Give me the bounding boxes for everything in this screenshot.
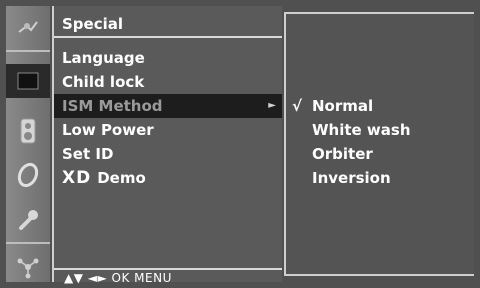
- menu-item-xd-demo[interactable]: XD Demo: [54, 166, 282, 190]
- menu-item-label: Language: [62, 49, 145, 67]
- screen-position-icon[interactable]: [10, 250, 46, 284]
- menu-item-label: Child lock: [62, 73, 145, 91]
- clip-icon: [17, 162, 39, 188]
- menu-item-label: Low Power: [62, 121, 154, 139]
- osd-screen: Special Language Child lock ISM Method ►…: [0, 0, 480, 288]
- menu-item-child-lock[interactable]: Child lock: [54, 70, 282, 94]
- option-label: White wash: [312, 121, 411, 139]
- speaker-icon: [20, 118, 36, 144]
- option-white-wash[interactable]: White wash: [286, 118, 472, 142]
- monitor-icon: [17, 72, 39, 90]
- xd-logo: XD: [62, 168, 92, 188]
- menu-item-language[interactable]: Language: [54, 46, 282, 70]
- rail-divider: [6, 50, 50, 52]
- option-label: Normal: [312, 97, 374, 115]
- submenu-arrow-icon: ►: [268, 100, 276, 111]
- menu-item-low-power[interactable]: Low Power: [54, 118, 282, 142]
- picture-setup-icon[interactable]: [10, 10, 46, 44]
- option-label: Orbiter: [312, 145, 373, 163]
- special-menu: Special Language Child lock ISM Method ►…: [52, 6, 282, 285]
- audio-icon[interactable]: [10, 114, 46, 148]
- menu-item-label: Set ID: [62, 145, 114, 163]
- option-inversion[interactable]: Inversion: [286, 166, 472, 190]
- menu-category-rail: [6, 6, 50, 282]
- special-icon[interactable]: [10, 202, 46, 236]
- ism-method-submenu: √ Normal White wash Orbiter Inversion: [284, 12, 474, 276]
- option-orbiter[interactable]: Orbiter: [286, 142, 472, 166]
- option-normal[interactable]: √ Normal: [286, 94, 472, 118]
- menu-item-set-id[interactable]: Set ID: [54, 142, 282, 166]
- wrench-icon: [19, 210, 38, 230]
- network-icon: [17, 258, 39, 279]
- menu-item-label: Demo: [97, 169, 146, 187]
- navigation-hint: ▲▼ ◄► OK MENU: [54, 268, 282, 285]
- check-mark-icon: √: [292, 97, 303, 115]
- menu-title: Special: [54, 6, 282, 38]
- option-label: Inversion: [312, 169, 391, 187]
- plug-icon: [18, 21, 38, 33]
- menu-item-ism-method[interactable]: ISM Method ►: [54, 94, 282, 118]
- time-icon[interactable]: [10, 158, 46, 192]
- menu-item-label: ISM Method: [62, 97, 163, 115]
- rail-divider: [6, 242, 50, 244]
- screen-icon[interactable]: [6, 64, 50, 98]
